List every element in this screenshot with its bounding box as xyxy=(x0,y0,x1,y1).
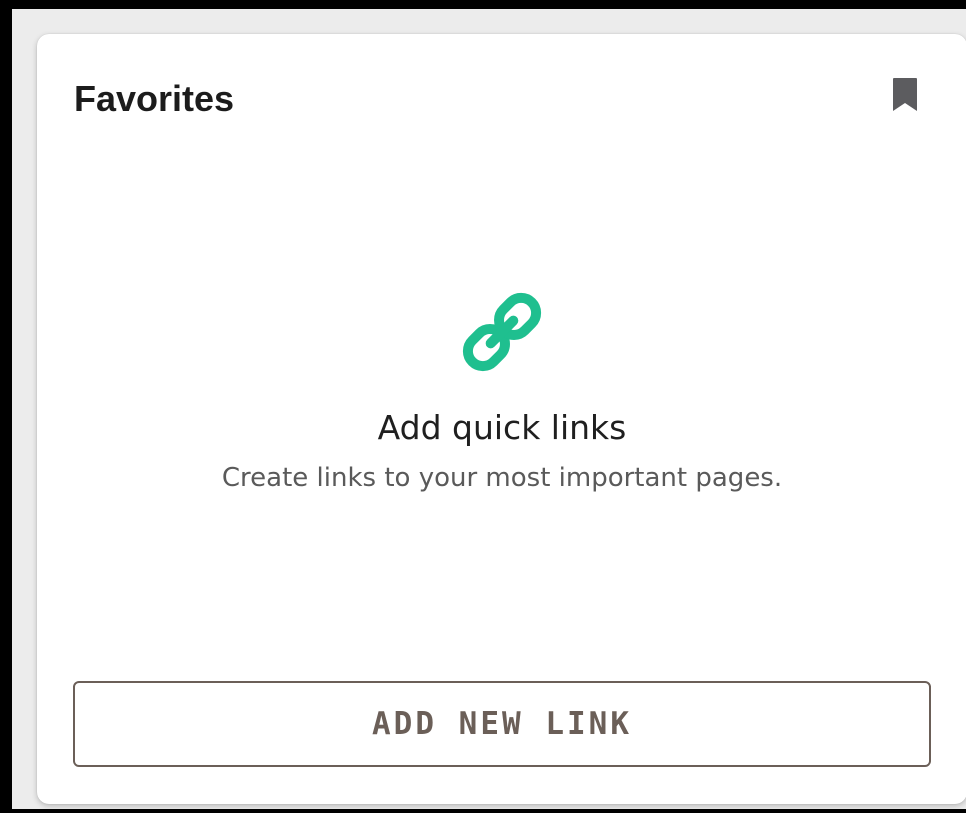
card-title: Favorites xyxy=(74,78,235,119)
favorites-card: Favorites Add quick links Create links t… xyxy=(37,34,966,804)
empty-state: Add quick links Create links to your mos… xyxy=(37,284,966,496)
empty-state-subtitle: Create links to your most important page… xyxy=(221,463,783,493)
empty-state-title: Add quick links xyxy=(377,408,627,447)
bookmark-icon[interactable] xyxy=(892,77,918,113)
add-new-link-button[interactable]: ADD NEW LINK xyxy=(73,681,931,767)
window-frame: Favorites Add quick links Create links t… xyxy=(0,0,966,813)
link-icon xyxy=(462,292,542,372)
